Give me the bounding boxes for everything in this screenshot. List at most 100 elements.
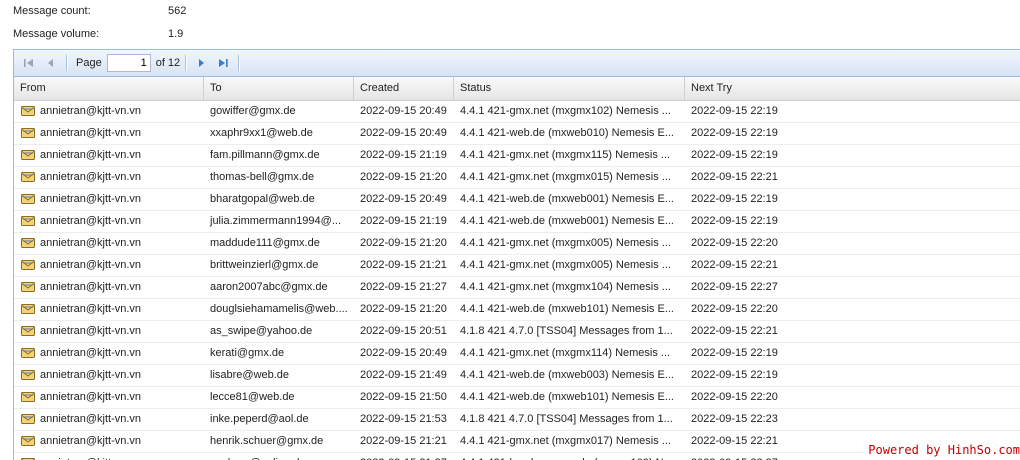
cell-created: 2022-09-15 21:19 bbox=[354, 145, 454, 165]
cell-to: aaron2007abc@gmx.de bbox=[204, 277, 354, 297]
cell-status: 4.4.1 421-web.de (mxweb003) Nemesis E... bbox=[454, 365, 685, 385]
cell-from: annietran@kjtt-vn.vn bbox=[14, 387, 204, 407]
envelope-icon bbox=[21, 325, 35, 337]
next-page-icon bbox=[195, 57, 207, 69]
cell-next-try: 2022-09-15 22:19 bbox=[685, 211, 1020, 231]
table-row[interactable]: annietran@kjtt-vn.vnlisabre@web.de2022-0… bbox=[14, 365, 1020, 387]
cell-status: 4.4.1 421-web.de (mxweb001) Nemesis E... bbox=[454, 211, 685, 231]
cell-status: 4.4.1 421-gmx.net (mxgmx115) Nemesis ... bbox=[454, 145, 685, 165]
cell-from: annietran@kjtt-vn.vn bbox=[14, 277, 204, 297]
first-page-button[interactable] bbox=[20, 54, 38, 72]
envelope-icon bbox=[21, 171, 35, 183]
cell-next-try: 2022-09-15 22:19 bbox=[685, 189, 1020, 209]
toolbar-separator bbox=[66, 55, 68, 71]
table-row[interactable]: annietran@kjtt-vn.vnkerati@gmx.de2022-09… bbox=[14, 343, 1020, 365]
from-address: annietran@kjtt-vn.vn bbox=[40, 189, 141, 209]
from-address: annietran@kjtt-vn.vn bbox=[40, 211, 141, 231]
cell-created: 2022-09-15 20:49 bbox=[354, 101, 454, 121]
cell-next-try: 2022-09-15 22:27 bbox=[685, 277, 1020, 297]
table-row[interactable]: annietran@kjtt-vn.vn xxaphr9xx1@web.de202… bbox=[14, 123, 1020, 145]
cell-from: annietran@kjtt-vn.vn bbox=[14, 189, 204, 209]
cell-status: 4.4.1 421-gmx.net (mxgmx015) Nemesis ... bbox=[454, 167, 685, 187]
cell-status: 4.4.1 421-gmx.net (mxgmx104) Nemesis ... bbox=[454, 277, 685, 297]
next-page-button[interactable] bbox=[192, 54, 210, 72]
from-address: annietran@kjtt-vn.vn bbox=[40, 409, 141, 429]
envelope-icon bbox=[21, 193, 35, 205]
cell-from: annietran@kjtt-vn.vn bbox=[14, 343, 204, 363]
last-page-icon bbox=[217, 57, 229, 69]
envelope-icon bbox=[21, 127, 35, 139]
cell-next-try: 2022-09-15 22:21 bbox=[685, 255, 1020, 275]
cell-next-try: 2022-09-15 22:23 bbox=[685, 409, 1020, 429]
table-row[interactable]: annietran@kjtt-vn.vn inke.peperd@aol.de 20… bbox=[14, 409, 1020, 431]
cell-next-try: 2022-09-15 22:21 bbox=[685, 321, 1020, 341]
from-address: annietran@kjtt-vn.vn bbox=[40, 233, 141, 253]
first-page-icon bbox=[23, 57, 35, 69]
table-row[interactable]: annietran@kjtt-vn.vnfam.pillmann@gmx.de2… bbox=[14, 145, 1020, 167]
column-header-status[interactable]: Status bbox=[454, 77, 685, 100]
cell-next-try: 2022-09-15 22:20 bbox=[685, 387, 1020, 407]
cell-next-try: 2022-09-15 22:19 bbox=[685, 101, 1020, 121]
cell-next-try: 2022-09-15 22:21 bbox=[685, 167, 1020, 187]
page-number-input[interactable] bbox=[107, 54, 151, 72]
cell-status: 4.4.1 421-gmx.net (mxgmx114) Nemesis ... bbox=[454, 343, 685, 363]
table-row[interactable]: annietran@kjtt-vn.vnas_swipe@yahoo.de202… bbox=[14, 321, 1020, 343]
cell-status: 4.4.1 421-gmx.net (mxgmx005) Nemesis ... bbox=[454, 255, 685, 275]
cell-from: annietran@kjtt-vn.vn bbox=[14, 431, 204, 451]
cell-to: xxaphr9xx1@web.de bbox=[204, 123, 354, 143]
envelope-icon bbox=[21, 303, 35, 315]
prev-page-button[interactable] bbox=[42, 54, 60, 72]
table-row[interactable]: annietran@kjtt-vn.vnbrittweinzierl@gmx.d… bbox=[14, 255, 1020, 277]
cell-status: 4.4.1 421-gmx.net (mxgmx005) Nemesis ... bbox=[454, 233, 685, 253]
prev-page-icon bbox=[45, 57, 57, 69]
from-address: annietran@kjtt-vn.vn bbox=[40, 167, 141, 187]
column-header-from[interactable]: From bbox=[14, 77, 204, 100]
table-row[interactable]: annietran@kjtt-vn.vngowiffer@gmx.de2022-… bbox=[14, 101, 1020, 123]
cell-created: 2022-09-15 20:49 bbox=[354, 123, 454, 143]
envelope-icon bbox=[21, 105, 35, 117]
column-header-created[interactable]: Created bbox=[354, 77, 454, 100]
cell-to: henrik.schuer@gmx.de bbox=[204, 431, 354, 451]
envelope-icon bbox=[21, 369, 35, 381]
cell-to: julia.zimmermann1994@... bbox=[204, 211, 354, 231]
envelope-icon bbox=[21, 391, 35, 403]
message-count-label: Message count: bbox=[13, 0, 163, 23]
cell-to: inke.peperd@aol.de bbox=[204, 409, 354, 429]
table-row[interactable]: annietran@kjtt-vn.vnthomas-bell@gmx.de20… bbox=[14, 167, 1020, 189]
cell-to: brittweinzierl@gmx.de bbox=[204, 255, 354, 275]
cell-status: 4.1.8 421 4.7.0 [TSS04] Messages from 1.… bbox=[454, 409, 685, 429]
cell-next-try: 2022-09-15 22:19 bbox=[685, 343, 1020, 363]
cell-next-try: 2022-09-15 22:19 bbox=[685, 145, 1020, 165]
cell-status: 4.4.1 421-web.de (mxweb001) Nemesis E... bbox=[454, 189, 685, 209]
table-row[interactable]: annietran@kjtt-vn.vnaaron2007abc@gmx.de 2… bbox=[14, 277, 1020, 299]
cell-from: annietran@kjtt-vn.vn bbox=[14, 409, 204, 429]
table-row[interactable]: annietran@kjtt-vn.vnmaddude111@gmx.de202… bbox=[14, 233, 1020, 255]
envelope-icon bbox=[21, 149, 35, 161]
envelope-icon bbox=[21, 435, 35, 447]
table-row[interactable]: annietran@kjtt-vn.vndouglsiehamamelis@we… bbox=[14, 299, 1020, 321]
table-row[interactable]: annietran@kjtt-vn.vnlecce81@web.de2022-0… bbox=[14, 387, 1020, 409]
from-address: annietran@kjtt-vn.vn bbox=[40, 365, 141, 385]
grid-header: From To Created Status Next Try bbox=[14, 77, 1020, 101]
cell-from: annietran@kjtt-vn.vn bbox=[14, 145, 204, 165]
cell-to: bharatgopal@web.de bbox=[204, 189, 354, 209]
queue-grid-panel: Page of 12 From To Created Status Next T… bbox=[13, 49, 1020, 460]
cell-from: annietran@kjtt-vn.vn bbox=[14, 299, 204, 319]
envelope-icon bbox=[21, 281, 35, 293]
cell-created: 2022-09-15 21:20 bbox=[354, 233, 454, 253]
cell-created: 2022-09-15 20:49 bbox=[354, 343, 454, 363]
column-header-next-try[interactable]: Next Try bbox=[685, 77, 1020, 100]
cell-from: annietran@kjtt-vn.vn bbox=[14, 101, 204, 121]
column-header-to[interactable]: To bbox=[204, 77, 354, 100]
cell-to: as_swipe@yahoo.de bbox=[204, 321, 354, 341]
cell-status: 4.4.1 421-web.de (mxweb101) Nemesis E... bbox=[454, 387, 685, 407]
cell-from: annietran@kjtt-vn.vn bbox=[14, 365, 204, 385]
cell-created: 2022-09-15 21:21 bbox=[354, 431, 454, 451]
last-page-button[interactable] bbox=[214, 54, 232, 72]
table-row[interactable]: annietran@kjtt-vn.vn bharatgopal@web.de 20… bbox=[14, 189, 1020, 211]
table-row[interactable]: annietran@kjtt-vn.vn julia.zimmermann1994… bbox=[14, 211, 1020, 233]
watermark-text: Powered by HinhSo.com bbox=[864, 443, 1020, 457]
from-address: annietran@kjtt-vn.vn bbox=[40, 123, 141, 143]
page-label: Page bbox=[76, 57, 102, 69]
envelope-icon bbox=[21, 413, 35, 425]
